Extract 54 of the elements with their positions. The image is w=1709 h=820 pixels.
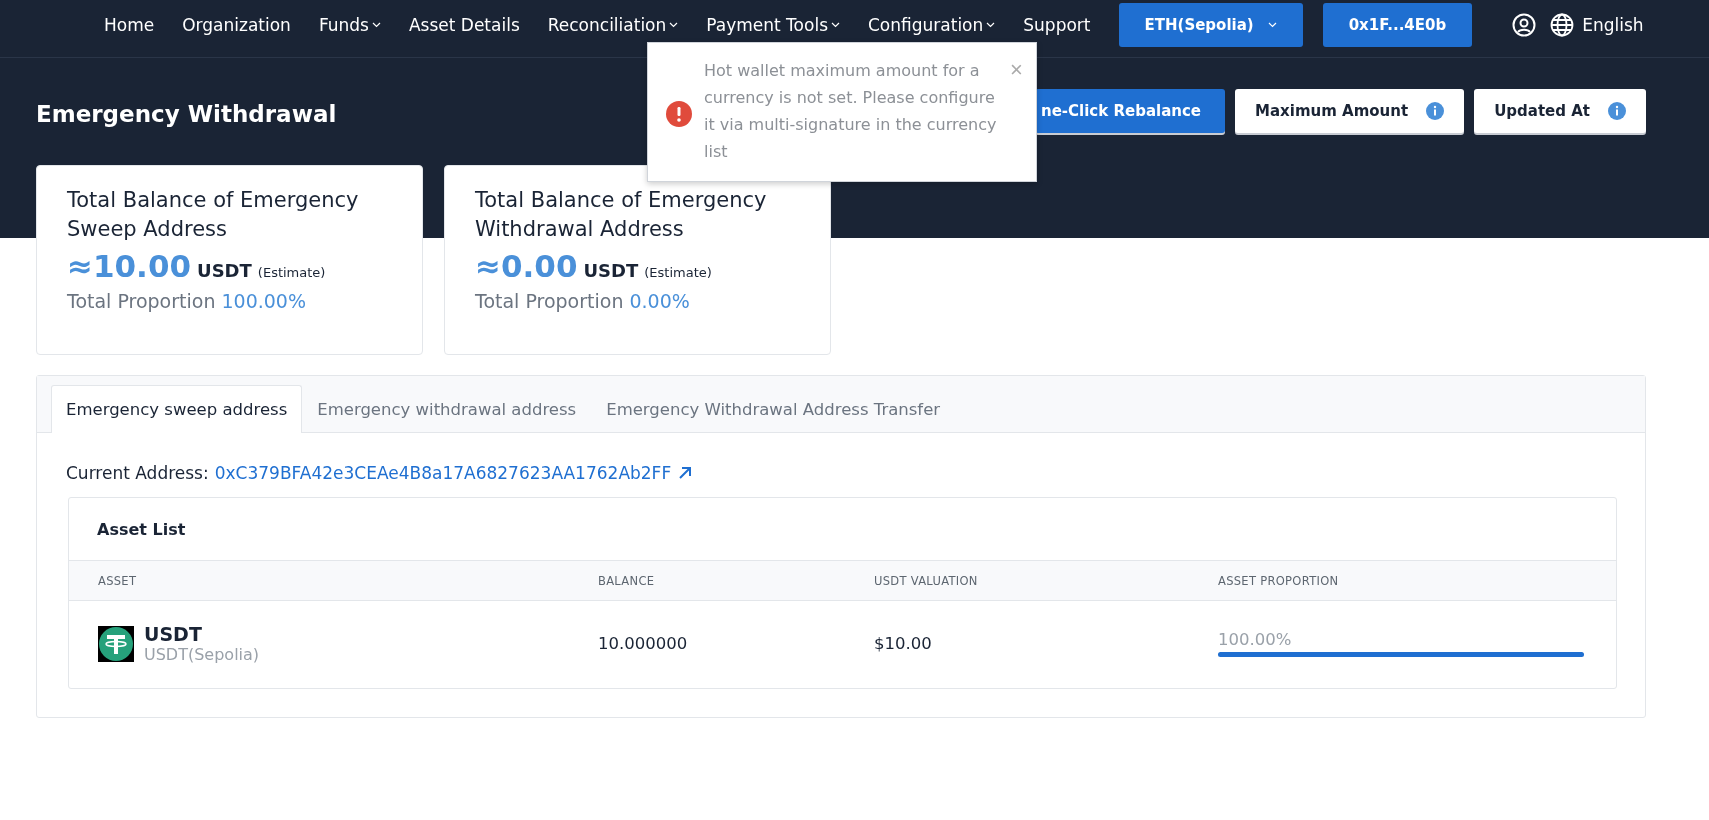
nav-link[interactable]: Support	[1023, 14, 1091, 35]
nav-link[interactable]: Home	[104, 14, 155, 35]
info-button[interactable]: Maximum Amount	[1235, 89, 1465, 133]
column-header: ASSET PROPORTION	[1218, 573, 1340, 588]
card-title: Total Balance of Emergency Sweep Address	[67, 187, 360, 243]
valuation-cell-text: $10.00	[874, 634, 933, 653]
caret-icon	[986, 21, 996, 28]
caret-icon	[1267, 21, 1277, 28]
user-icon[interactable]	[1512, 12, 1537, 37]
address-label: Current Address:	[66, 463, 209, 483]
column-header: BALANCE	[598, 573, 656, 588]
caret-icon	[831, 21, 840, 28]
balance-amount: ≈0.00	[475, 248, 578, 284]
balance-cell-text: 10.000000	[598, 634, 689, 653]
external-link-icon[interactable]	[677, 465, 694, 481]
estimate-note: (Estimate)	[644, 265, 712, 280]
toast-message: Hot wallet maximum amount for a currency is not set. Please configure it via multi-signature in the currency list	[704, 60, 998, 163]
nav-link[interactable]: Reconciliation	[547, 14, 679, 35]
globe-icon	[1550, 12, 1575, 37]
proportion-value: 0.00%	[629, 290, 690, 312]
card-title: Total Balance of Emergency Withdrawal Address	[475, 187, 768, 243]
info-icon	[1426, 102, 1445, 120]
currency-unit: USDT	[197, 260, 252, 281]
info-icon	[1608, 102, 1626, 120]
network-selector[interactable]: ETH(Sepolia)	[1118, 2, 1303, 47]
caret-icon	[371, 21, 381, 28]
rebalance-button[interactable]: ne-Click Rebalance	[1034, 89, 1226, 133]
proportion-label: Total Proportion	[67, 290, 216, 312]
nav-link[interactable]: Organization	[182, 14, 291, 35]
tab[interactable]: Emergency sweep address	[51, 385, 303, 433]
account-button[interactable]: 0x1F...4E0b	[1322, 2, 1473, 47]
proportion-value: 100.00%	[221, 290, 306, 312]
page-title: Emergency Withdrawal	[36, 101, 337, 127]
tab[interactable]: Emergency Withdrawal Address Transfer	[591, 385, 956, 433]
tab[interactable]: Emergency withdrawal address	[302, 385, 592, 433]
column-header: ASSET	[98, 573, 138, 588]
info-button[interactable]: Updated At	[1474, 89, 1646, 133]
proportion-label: Total Proportion	[475, 290, 624, 312]
nav-link[interactable]: Payment Tools	[706, 14, 840, 35]
estimate-note: (Estimate)	[257, 265, 326, 280]
coin-icon	[98, 625, 134, 662]
asset-symbol: USDT	[144, 623, 203, 645]
column-header: USDT VALUATION	[874, 573, 979, 588]
address-link[interactable]: 0xC379BFA42e3CEAe4B8a17A6827623AA1762Ab2FF	[214, 463, 672, 483]
nav-link[interactable]: Configuration	[868, 14, 996, 35]
language-selector[interactable]: English	[1550, 12, 1644, 37]
nav-link[interactable]: Asset Details	[408, 14, 520, 35]
proportion-text: 100.00%	[1218, 630, 1293, 649]
nav-link[interactable]: Funds	[318, 14, 381, 35]
error-icon	[666, 101, 692, 127]
currency-unit: USDT	[583, 260, 639, 281]
caret-icon	[669, 21, 679, 28]
asset-network: USDT(Sepolia)	[144, 645, 260, 664]
balance-amount: ≈10.00	[67, 248, 192, 284]
